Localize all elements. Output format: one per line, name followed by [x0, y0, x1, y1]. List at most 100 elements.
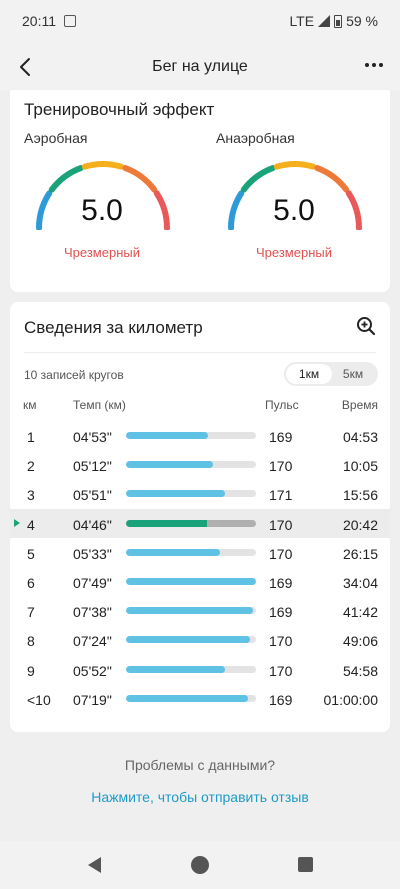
- km-cell: 6: [27, 574, 35, 591]
- pace-bar-fill: [126, 548, 220, 556]
- selected-row-marker-icon: [14, 518, 20, 527]
- more-options-icon[interactable]: [362, 52, 386, 78]
- column-header-pace: Темп (км): [73, 398, 126, 412]
- nav-home-icon[interactable]: [191, 856, 209, 874]
- nav-recents-icon[interactable]: [298, 857, 313, 872]
- gauge-segment: [314, 165, 350, 193]
- pace-bar-fill: [126, 636, 250, 644]
- table-row[interactable]: 9 05'52" 170 54:58: [10, 655, 390, 684]
- pace-bar-fill: [126, 432, 208, 439]
- pace-cell: 04'53": [73, 429, 112, 445]
- table-row[interactable]: 8 07'24" 170 49:06: [10, 625, 390, 654]
- pace-bar: [126, 461, 256, 469]
- nav-back-icon[interactable]: [88, 857, 101, 873]
- km-details-card: Сведения за километр 10 записей кругов 1…: [10, 302, 390, 732]
- app-header: Бег на улице: [0, 44, 400, 90]
- pulse-cell: 170: [269, 662, 293, 679]
- table-row[interactable]: 2 05'12" 170 10:05: [10, 450, 390, 479]
- time-cell: 10:05: [342, 458, 378, 475]
- pace-cell: 05'51": [73, 487, 112, 504]
- anaerobic-gauge: Анаэробная 5.0 Чрезмерный: [214, 128, 394, 278]
- pace-bar-fill: [126, 461, 214, 469]
- table-row[interactable]: 7 07'38" 169 41:42: [10, 596, 390, 625]
- network-type: LTE: [289, 13, 315, 29]
- time-cell: 20:42: [342, 516, 378, 533]
- pace-cell: 05'33": [73, 545, 112, 562]
- laps-count: 10 записей кругов: [24, 368, 124, 382]
- pace-cell: 05'52": [73, 662, 112, 679]
- km-cell: 2: [27, 458, 35, 475]
- km-cell: 8: [27, 633, 35, 650]
- column-header-pulse: Пульс: [265, 398, 299, 412]
- time-cell: 26:15: [342, 545, 378, 562]
- status-indicators: LTE 59 %: [289, 13, 378, 29]
- aerobic-gauge: Аэробная 5.0 Чрезмерный: [22, 128, 202, 278]
- signal-icon: [318, 15, 331, 27]
- pace-bar: [126, 519, 256, 527]
- gauge-segment: [122, 165, 158, 193]
- km-cell: 9: [27, 662, 35, 679]
- km-cell: <10: [27, 691, 51, 708]
- table-row[interactable]: 4 04'46" 170 20:42: [10, 508, 390, 538]
- gauge-segment: [81, 160, 125, 170]
- km-cell: 4: [27, 516, 35, 533]
- table-row[interactable]: 6 07'49" 169 34:04: [10, 567, 390, 596]
- gauge-segment: [48, 165, 84, 193]
- pace-bar-fill: [126, 577, 256, 585]
- toggle-1km[interactable]: 1км: [286, 364, 332, 384]
- pace-bar: [126, 636, 256, 644]
- distance-toggle: 1км 5км: [284, 362, 378, 386]
- pulse-cell: 170: [269, 458, 293, 475]
- pulse-cell: 169: [269, 429, 293, 445]
- training-effect-title: Тренировочный эффект: [24, 100, 215, 119]
- time-cell: 15:56: [342, 487, 378, 504]
- pulse-cell: 170: [269, 545, 293, 562]
- pace-cell: 07'24": [73, 633, 112, 650]
- pace-bar: [126, 694, 256, 702]
- aerobic-label: Аэробная: [24, 130, 88, 146]
- km-cell: 7: [27, 604, 35, 621]
- table-row[interactable]: <10 07'19" 169 01:00:00: [10, 684, 390, 713]
- table-row[interactable]: 3 05'51" 171 15:56: [10, 479, 390, 508]
- pulse-cell: 170: [269, 516, 293, 533]
- pace-cell: 04'46": [73, 516, 112, 533]
- anaerobic-label: Анаэробная: [216, 130, 295, 146]
- pulse-cell: 171: [269, 487, 293, 504]
- pace-bar-fill: [126, 519, 207, 527]
- table-row[interactable]: 5 05'33" 170 26:15: [10, 538, 390, 567]
- pace-bar: [126, 607, 256, 615]
- time-cell: 54:58: [342, 662, 378, 679]
- pace-cell: 07'19": [73, 691, 112, 708]
- divider: [24, 352, 376, 353]
- pace-bar-fill: [126, 607, 254, 615]
- pulse-cell: 170: [269, 633, 293, 650]
- gauge-segment: [240, 165, 276, 193]
- time-cell: 41:42: [342, 604, 378, 621]
- pace-bar-fill: [126, 665, 225, 673]
- battery-icon: [334, 14, 343, 28]
- battery-level: 59 %: [346, 13, 378, 29]
- aerobic-value: 5.0: [81, 194, 123, 227]
- pace-bar: [126, 548, 256, 556]
- pulse-cell: 169: [269, 574, 293, 591]
- zoom-in-icon[interactable]: [356, 316, 376, 341]
- pulse-cell: 169: [269, 604, 293, 621]
- gauge-segment: [273, 160, 317, 170]
- pace-cell: 07'49": [73, 574, 112, 591]
- pace-bar: [126, 490, 256, 498]
- system-nav-bar: [0, 841, 400, 889]
- pace-bar-fill: [126, 490, 225, 498]
- training-effect-card: Тренировочный эффект Аэробная 5.0 Чрезме…: [10, 90, 390, 292]
- pace-bar-fill: [126, 694, 249, 702]
- km-cell: 1: [27, 429, 35, 445]
- pace-bar: [126, 577, 256, 585]
- table-row[interactable]: 1 04'53" 169 04:53: [10, 421, 390, 450]
- toggle-5km[interactable]: 5км: [330, 364, 376, 384]
- pace-bar: [126, 432, 256, 439]
- anaerobic-status: Чрезмерный: [256, 245, 332, 260]
- feedback-link[interactable]: Нажмите, чтобы отправить отзыв: [0, 789, 400, 805]
- km-rows: 1 04'53" 169 04:53 2 05'12" 170 10:05 3 05'51" 171…: [10, 421, 390, 713]
- time-cell: 49:06: [342, 633, 378, 650]
- anaerobic-value: 5.0: [273, 194, 315, 227]
- status-bar: 20:11 LTE 59 %: [0, 0, 400, 44]
